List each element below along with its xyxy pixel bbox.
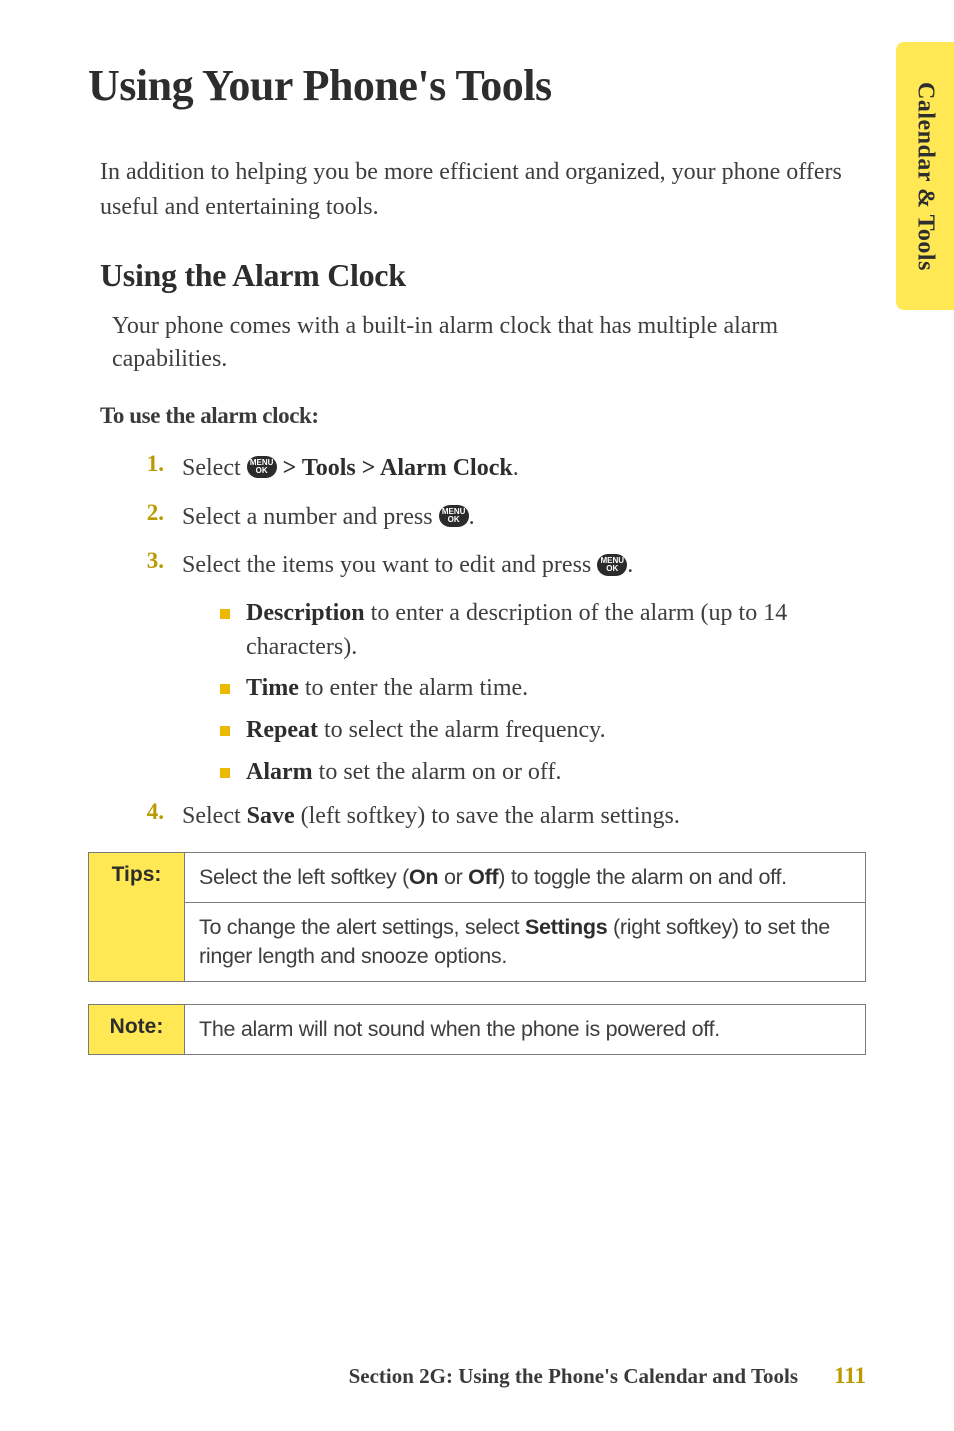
text-fragment: . [513,455,519,481]
text-fragment: ) to toggle the alarm on and off. [498,865,787,889]
callout-row: Tips: Select the left softkey (On or Off… [89,853,865,981]
tips-callout: Tips: Select the left softkey (On or Off… [88,852,866,982]
menu-ok-icon: MENU OK [439,505,469,527]
step-1: 1. Select MENU OK > Tools > Alarm Clock. [112,451,866,486]
sub-bullets: Description to enter a description of th… [220,597,866,789]
menu-ok-icon: MENU OK [597,554,627,576]
step-3: 3. Select the items you want to edit and… [112,548,866,583]
steps-list: 1. Select MENU OK > Tools > Alarm Clock.… [112,451,866,583]
step-number: 2. [112,500,182,526]
side-tab: Calendar & Tools [896,42,954,310]
steps-list-continued: 4. Select Save (left softkey) to save th… [112,799,866,834]
note-callout: Note: The alarm will not sound when the … [88,1004,866,1055]
page-content: Using Your Phone's Tools In addition to … [0,0,954,1055]
bold-term: Save [247,803,295,829]
step-number: 3. [112,548,182,574]
callout-body: Select the left softkey (On or Off) to t… [185,853,865,902]
callout-label: Tips: [89,853,185,981]
text-fragment: To change the alert settings, select [199,915,525,939]
bullet-term: Description [246,600,365,626]
step-number: 1. [112,451,182,477]
side-tab-label: Calendar & Tools [912,82,939,271]
bold-term: Off [468,865,498,889]
step-2: 2. Select a number and press MENU OK. [112,500,866,535]
step-text: Select MENU OK > Tools > Alarm Clock. [182,451,866,486]
bullet-term: Time [246,675,299,701]
sub-bullet: Description to enter a description of th… [220,597,866,664]
bold-term: On [409,865,438,889]
step-number: 4. [112,799,182,825]
footer-section-title: Section 2G: Using the Phone's Calendar a… [349,1364,798,1389]
text-fragment: . [627,552,633,578]
bullet-term: Alarm [246,759,313,785]
step-text: Select a number and press MENU OK. [182,500,866,535]
text-fragment: Select [182,803,247,829]
section-body: Your phone comes with a built-in alarm c… [112,310,866,377]
page-title: Using Your Phone's Tools [88,60,866,111]
menu-path: > Tools > Alarm Clock [277,455,513,481]
footer-page-number: 111 [834,1363,866,1389]
text-fragment: Select a number and press [182,504,439,530]
procedure-heading: To use the alarm clock: [100,403,866,429]
bold-term: Settings [525,915,607,939]
bullet-rest: to set the alarm on or off. [313,759,562,785]
text-fragment: Select [182,455,247,481]
text-fragment: . [469,504,475,530]
step-text: Select the items you want to edit and pr… [182,548,866,583]
callout-body: To change the alert settings, select Set… [185,902,865,981]
page-footer: Section 2G: Using the Phone's Calendar a… [0,1363,954,1389]
text-fragment: (left softkey) to save the alarm setting… [295,803,680,829]
text-fragment: Select the left softkey ( [199,865,409,889]
text-fragment: Select the items you want to edit and pr… [182,552,597,578]
step-text: Select Save (left softkey) to save the a… [182,799,866,834]
sub-bullet: Alarm to set the alarm on or off. [220,756,866,790]
bullet-rest: to enter the alarm time. [299,675,528,701]
menu-ok-icon: MENU OK [247,456,277,478]
intro-paragraph: In addition to helping you be more effic… [100,155,866,225]
text-fragment: or [438,865,468,889]
sub-bullet: Repeat to select the alarm frequency. [220,714,866,748]
callout-label: Note: [89,1005,185,1054]
section-heading: Using the Alarm Clock [100,257,866,294]
callout-body: The alarm will not sound when the phone … [185,1005,865,1054]
step-4: 4. Select Save (left softkey) to save th… [112,799,866,834]
bullet-term: Repeat [246,717,318,743]
callout-body-column: Select the left softkey (On or Off) to t… [185,853,865,981]
bullet-rest: to select the alarm frequency. [318,717,606,743]
sub-bullet: Time to enter the alarm time. [220,672,866,706]
callout-row: Note: The alarm will not sound when the … [89,1005,865,1054]
